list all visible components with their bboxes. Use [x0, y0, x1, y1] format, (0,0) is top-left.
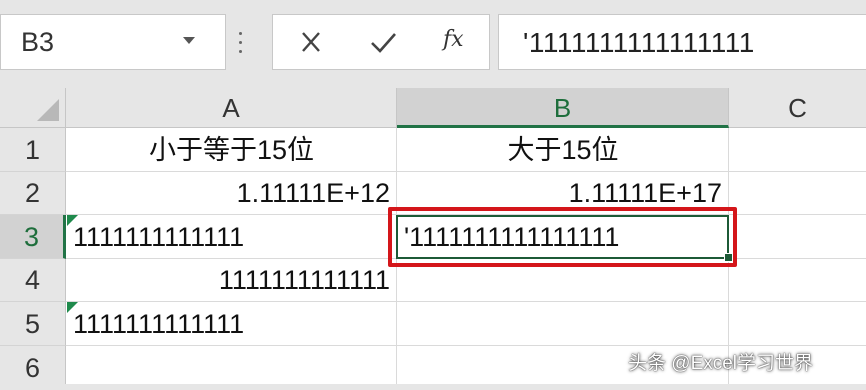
insert-function-button[interactable]: fx — [443, 27, 464, 52]
error-indicator-icon[interactable] — [67, 302, 78, 313]
error-indicator-icon[interactable] — [67, 215, 78, 226]
row-header-5[interactable]: 5 — [0, 302, 66, 346]
formula-input[interactable]: '1111111111111111 — [498, 14, 866, 70]
cell-a4[interactable]: 1111111111111 — [66, 259, 390, 302]
column-header-b[interactable]: B — [397, 88, 729, 128]
row-header-3[interactable]: 3 — [0, 215, 66, 259]
cell-a3[interactable]: 1111111111111 — [73, 215, 244, 259]
cell-a5[interactable]: 1111111111111 — [73, 302, 244, 346]
name-box[interactable]: B3 — [0, 14, 226, 70]
formula-bar-area: B3 fx '1111111111111111 — [0, 0, 866, 88]
drag-handle-icon[interactable] — [236, 28, 246, 58]
highlight-box — [388, 207, 737, 267]
formula-value: '1111111111111111 — [523, 27, 755, 58]
check-icon[interactable] — [363, 27, 403, 59]
cell-a2[interactable]: 1.11111E+12 — [66, 172, 390, 215]
name-box-value: B3 — [21, 27, 55, 57]
row-header-6[interactable]: 6 — [0, 346, 66, 384]
column-header-c[interactable]: C — [729, 88, 866, 128]
row-header-1[interactable]: 1 — [0, 128, 66, 172]
select-all-button[interactable] — [0, 88, 66, 128]
chevron-down-icon[interactable] — [183, 37, 195, 44]
close-icon[interactable] — [291, 27, 331, 59]
watermark: 头条 @Excel学习世界 — [628, 353, 814, 374]
worksheet-grid: A B C 1 2 3 4 5 6 小于等于15位 大于15位 1.11111E… — [0, 88, 866, 384]
cell-a1[interactable]: 小于等于15位 — [66, 128, 397, 172]
formula-buttons: fx — [272, 14, 490, 70]
row-header-2[interactable]: 2 — [0, 172, 66, 215]
cell-b1[interactable]: 大于15位 — [397, 128, 729, 172]
column-header-a[interactable]: A — [66, 88, 397, 128]
row-header-4[interactable]: 4 — [0, 259, 66, 302]
